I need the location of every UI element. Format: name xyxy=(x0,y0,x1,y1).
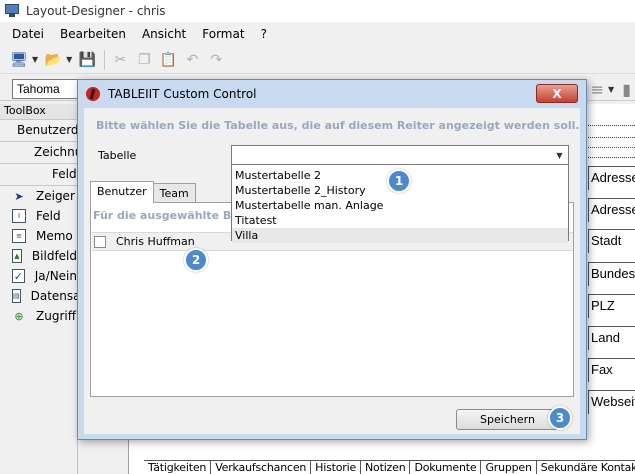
divider xyxy=(588,147,635,148)
cut-icon[interactable]: ✂ xyxy=(109,49,131,71)
chevron-down-icon[interactable]: ▼ xyxy=(32,55,38,64)
toolbox-item-label: Feld xyxy=(36,209,61,223)
access-icon: ⊕ xyxy=(14,309,24,323)
toolbox-item-datensatz[interactable]: ▤ Datensatz xyxy=(0,286,77,306)
toolbox-item-memo[interactable]: ≡ Memo xyxy=(0,226,77,246)
toolbox-group-felder[interactable]: Felder xyxy=(0,164,77,186)
memo-icon: ≡ xyxy=(12,229,26,243)
form-field-label[interactable]: Adresse xyxy=(588,198,635,222)
table-select[interactable]: ▼ xyxy=(231,145,569,165)
line-style-icon[interactable]: ≡ xyxy=(587,80,608,99)
redo-icon[interactable]: ↷ xyxy=(205,49,227,71)
divider xyxy=(588,125,635,126)
chevron-down-icon[interactable]: ▼ xyxy=(66,55,72,64)
tab-dokumente[interactable]: Dokumente xyxy=(410,461,482,474)
tab-notizen[interactable]: Notizen xyxy=(361,461,411,474)
step-callout: 2 xyxy=(184,248,208,272)
save-button[interactable]: Speichern xyxy=(456,409,559,430)
form-field-label[interactable]: Bundesland xyxy=(588,262,635,286)
record-icon: ▤ xyxy=(12,289,21,303)
table-label: Tabelle xyxy=(98,149,137,162)
dialog-tabs: Benutzer Team xyxy=(90,181,196,203)
window-titlebar: Layout-Designer - chris xyxy=(0,0,635,22)
divider xyxy=(588,157,635,158)
user-checkbox[interactable] xyxy=(94,235,106,248)
toolbox-item-label: Datensatz xyxy=(30,289,77,303)
field-icon: I xyxy=(12,209,26,223)
toolbox-item-label: Memo xyxy=(36,229,73,243)
toolbox-panel: ToolBox Benutzerdef. Zeichnung Felder ➤ Z… xyxy=(0,104,78,474)
save-icon[interactable]: 💾 xyxy=(76,49,98,71)
tab-verkaufschancen[interactable]: Verkaufschancen xyxy=(211,461,312,474)
divider xyxy=(588,137,635,138)
menu-datei[interactable]: Datei xyxy=(4,27,52,41)
close-button[interactable]: X xyxy=(536,84,578,103)
main-toolbar: 🖥 ▼ 📂 ▼ 💾 ✂ ❐ 📋 ↶ ↷ xyxy=(0,46,635,74)
menu-ansicht[interactable]: Ansicht xyxy=(134,27,194,41)
menu-help[interactable]: ? xyxy=(253,27,275,41)
menu-bearbeiten[interactable]: Bearbeiten xyxy=(52,27,134,41)
toolbox-item-label: Zugriff xyxy=(36,309,76,323)
tab-gruppen[interactable]: Gruppen xyxy=(481,461,537,474)
toolbox-item-zeiger[interactable]: ➤ Zeiger xyxy=(0,186,77,206)
image-icon: ▲ xyxy=(12,249,22,263)
dialog-hint: Bitte wählen Sie die Tabelle aus, die au… xyxy=(96,119,580,132)
align-tools: ≡ ▼ ▮ xyxy=(587,79,635,99)
bottom-tab-strip: Tätigkeiten Verkaufschancen Historie Not… xyxy=(144,460,635,474)
toolbox-item-zugriff[interactable]: ⊕ Zugriff xyxy=(0,306,77,326)
toolbox-item-janein[interactable]: ✓ Ja/Nein xyxy=(0,266,77,286)
step-callout: 1 xyxy=(387,169,411,193)
dialog-body: Bitte wählen Sie die Tabelle aus, die au… xyxy=(84,108,580,434)
checkbox-icon: ✓ xyxy=(12,269,25,283)
bar-icon[interactable]: ▮ xyxy=(618,80,635,99)
chevron-down-icon[interactable]: ▼ xyxy=(608,85,614,94)
step-callout: 3 xyxy=(548,406,572,430)
tab-historie[interactable]: Historie xyxy=(311,461,362,474)
window-title: Layout-Designer - chris xyxy=(26,4,166,18)
toolbox-item-label: Bildfeld xyxy=(31,249,77,263)
tab-taetigkeiten[interactable]: Tätigkeiten xyxy=(144,461,212,474)
form-field-label[interactable]: Fax xyxy=(588,358,635,382)
toolbox-item-label: Zeiger xyxy=(36,189,75,203)
monitor-icon[interactable]: 🖥 xyxy=(8,49,30,71)
open-folder-icon[interactable]: 📂 xyxy=(42,49,64,71)
toolbox-group-zeichnung[interactable]: Zeichnung xyxy=(0,142,77,164)
custom-control-dialog: TABLEIIT Custom Control X Bitte wählen S… xyxy=(77,79,587,440)
dropdown-option[interactable]: Villa xyxy=(232,228,568,243)
form-field-label[interactable]: PLZ xyxy=(588,294,635,318)
pointer-icon: ➤ xyxy=(14,189,24,203)
toolbox-item-label: Ja/Nein xyxy=(34,269,77,283)
toolbox-header: ToolBox xyxy=(0,104,77,120)
monitor-icon xyxy=(4,4,20,18)
form-field-label[interactable]: Webseite xyxy=(588,390,635,414)
tableiit-logo-icon xyxy=(86,86,100,101)
tab-benutzer[interactable]: Benutzer xyxy=(90,181,154,203)
toolbox-item-bildfeld[interactable]: ▲ Bildfeld xyxy=(0,246,77,266)
form-field-label[interactable]: Land xyxy=(588,326,635,350)
undo-icon[interactable]: ↶ xyxy=(181,49,203,71)
toolbox-group-benutzerdef[interactable]: Benutzerdef. xyxy=(0,120,77,142)
dropdown-option[interactable]: Titatest xyxy=(232,213,568,228)
tab-team[interactable]: Team xyxy=(152,183,196,203)
dialog-title: TABLEIIT Custom Control xyxy=(108,86,257,101)
toolbox-item-feld[interactable]: I Feld xyxy=(0,206,77,226)
tab-sekundaere-kontakte[interactable]: Sekundäre Kontakte xyxy=(537,461,635,474)
form-field-label[interactable]: Stadt xyxy=(588,229,635,253)
menu-bar: Datei Bearbeiten Ansicht Format ? xyxy=(0,25,635,43)
user-name: Chris Huffman xyxy=(116,235,195,248)
dialog-titlebar: TABLEIIT Custom Control xyxy=(78,80,586,107)
form-field-label[interactable]: Adresse xyxy=(588,166,635,190)
chevron-down-icon[interactable]: ▼ xyxy=(551,146,568,164)
dropdown-option[interactable]: Mustertabelle man. Anlage xyxy=(232,198,568,213)
toolbar-divider xyxy=(104,49,106,70)
copy-icon[interactable]: ❐ xyxy=(133,49,155,71)
menu-format[interactable]: Format xyxy=(194,27,252,41)
paste-icon[interactable]: 📋 xyxy=(157,49,179,71)
